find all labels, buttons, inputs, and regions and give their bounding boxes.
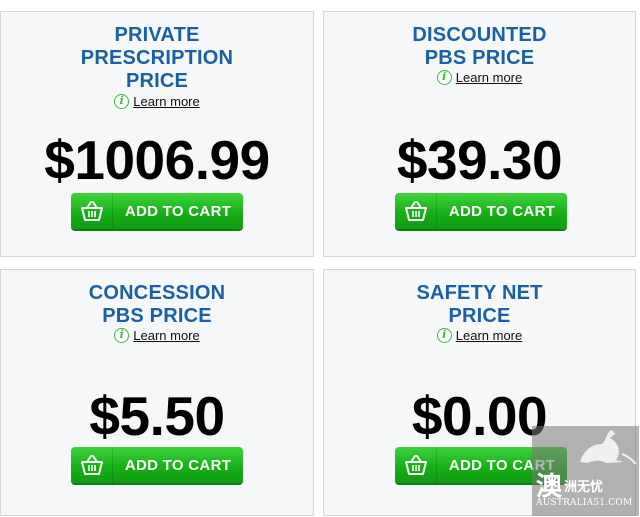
learn-more-row: i Learn more [1, 94, 313, 109]
price-value: $1006.99 [44, 129, 270, 191]
card-private-prescription: PRIVATE PRESCRIPTION PRICE i Learn more … [0, 11, 314, 257]
learn-more-row: i Learn more [324, 328, 635, 343]
card-discounted-pbs: DISCOUNTED PBS PRICE i Learn more $39.30… [323, 11, 636, 257]
card-title: DISCOUNTED PBS PRICE [324, 24, 635, 70]
title-line: PBS PRICE [102, 305, 212, 327]
kangaroo-logo-icon [580, 430, 637, 465]
learn-more-row: i Learn more [324, 70, 635, 85]
add-to-cart-button[interactable]: ADD TO CART [71, 447, 243, 483]
title-line: PRESCRIPTION [80, 47, 234, 69]
price-grid: PRIVATE PRESCRIPTION PRICE i Learn more … [0, 0, 640, 517]
shopping-basket-icon [395, 193, 437, 229]
watermark: 澳 洲无忧 AUSTRALIA51.COM [532, 426, 639, 516]
title-line: PRICE [125, 70, 189, 92]
learn-more-link[interactable]: Learn more [133, 94, 199, 109]
price-value: $39.30 [396, 129, 563, 191]
title-line: SAFETY NET [416, 282, 543, 304]
add-to-cart-label: ADD TO CART [124, 202, 232, 220]
card-title: CONCESSION PBS PRICE [1, 282, 313, 328]
info-icon[interactable]: i [114, 94, 130, 109]
add-to-cart-button[interactable]: ADD TO CART [71, 193, 243, 229]
card-title: SAFETY NET PRICE [324, 282, 635, 328]
price-value: $5.50 [89, 385, 225, 447]
card-concession-pbs: CONCESSION PBS PRICE i Learn more $5.50 … [0, 269, 314, 516]
learn-more-link[interactable]: Learn more [133, 328, 199, 343]
info-icon[interactable]: i [436, 70, 452, 85]
shopping-basket-icon [71, 193, 113, 229]
add-to-cart-label: ADD TO CART [124, 456, 232, 474]
add-to-cart-button[interactable]: ADD TO CART [395, 193, 567, 229]
watermark-text: 洲无忧 [564, 479, 604, 494]
card-title: PRIVATE PRESCRIPTION PRICE [1, 24, 313, 93]
title-line: DISCOUNTED [412, 24, 547, 46]
learn-more-link[interactable]: Learn more [456, 328, 522, 343]
watermark-url: AUSTRALIA51.COM [536, 498, 633, 508]
title-line: PRIVATE [114, 24, 200, 46]
shopping-basket-icon [71, 447, 113, 483]
title-line: CONCESSION [88, 282, 226, 304]
title-line: PBS PRICE [424, 47, 535, 69]
info-icon[interactable]: i [436, 328, 452, 343]
learn-more-link[interactable]: Learn more [456, 70, 522, 85]
info-icon[interactable]: i [114, 328, 130, 343]
learn-more-row: i Learn more [1, 328, 313, 343]
add-to-cart-label: ADD TO CART [448, 202, 556, 220]
title-line: PRICE [448, 305, 511, 327]
shopping-basket-icon [395, 447, 437, 483]
